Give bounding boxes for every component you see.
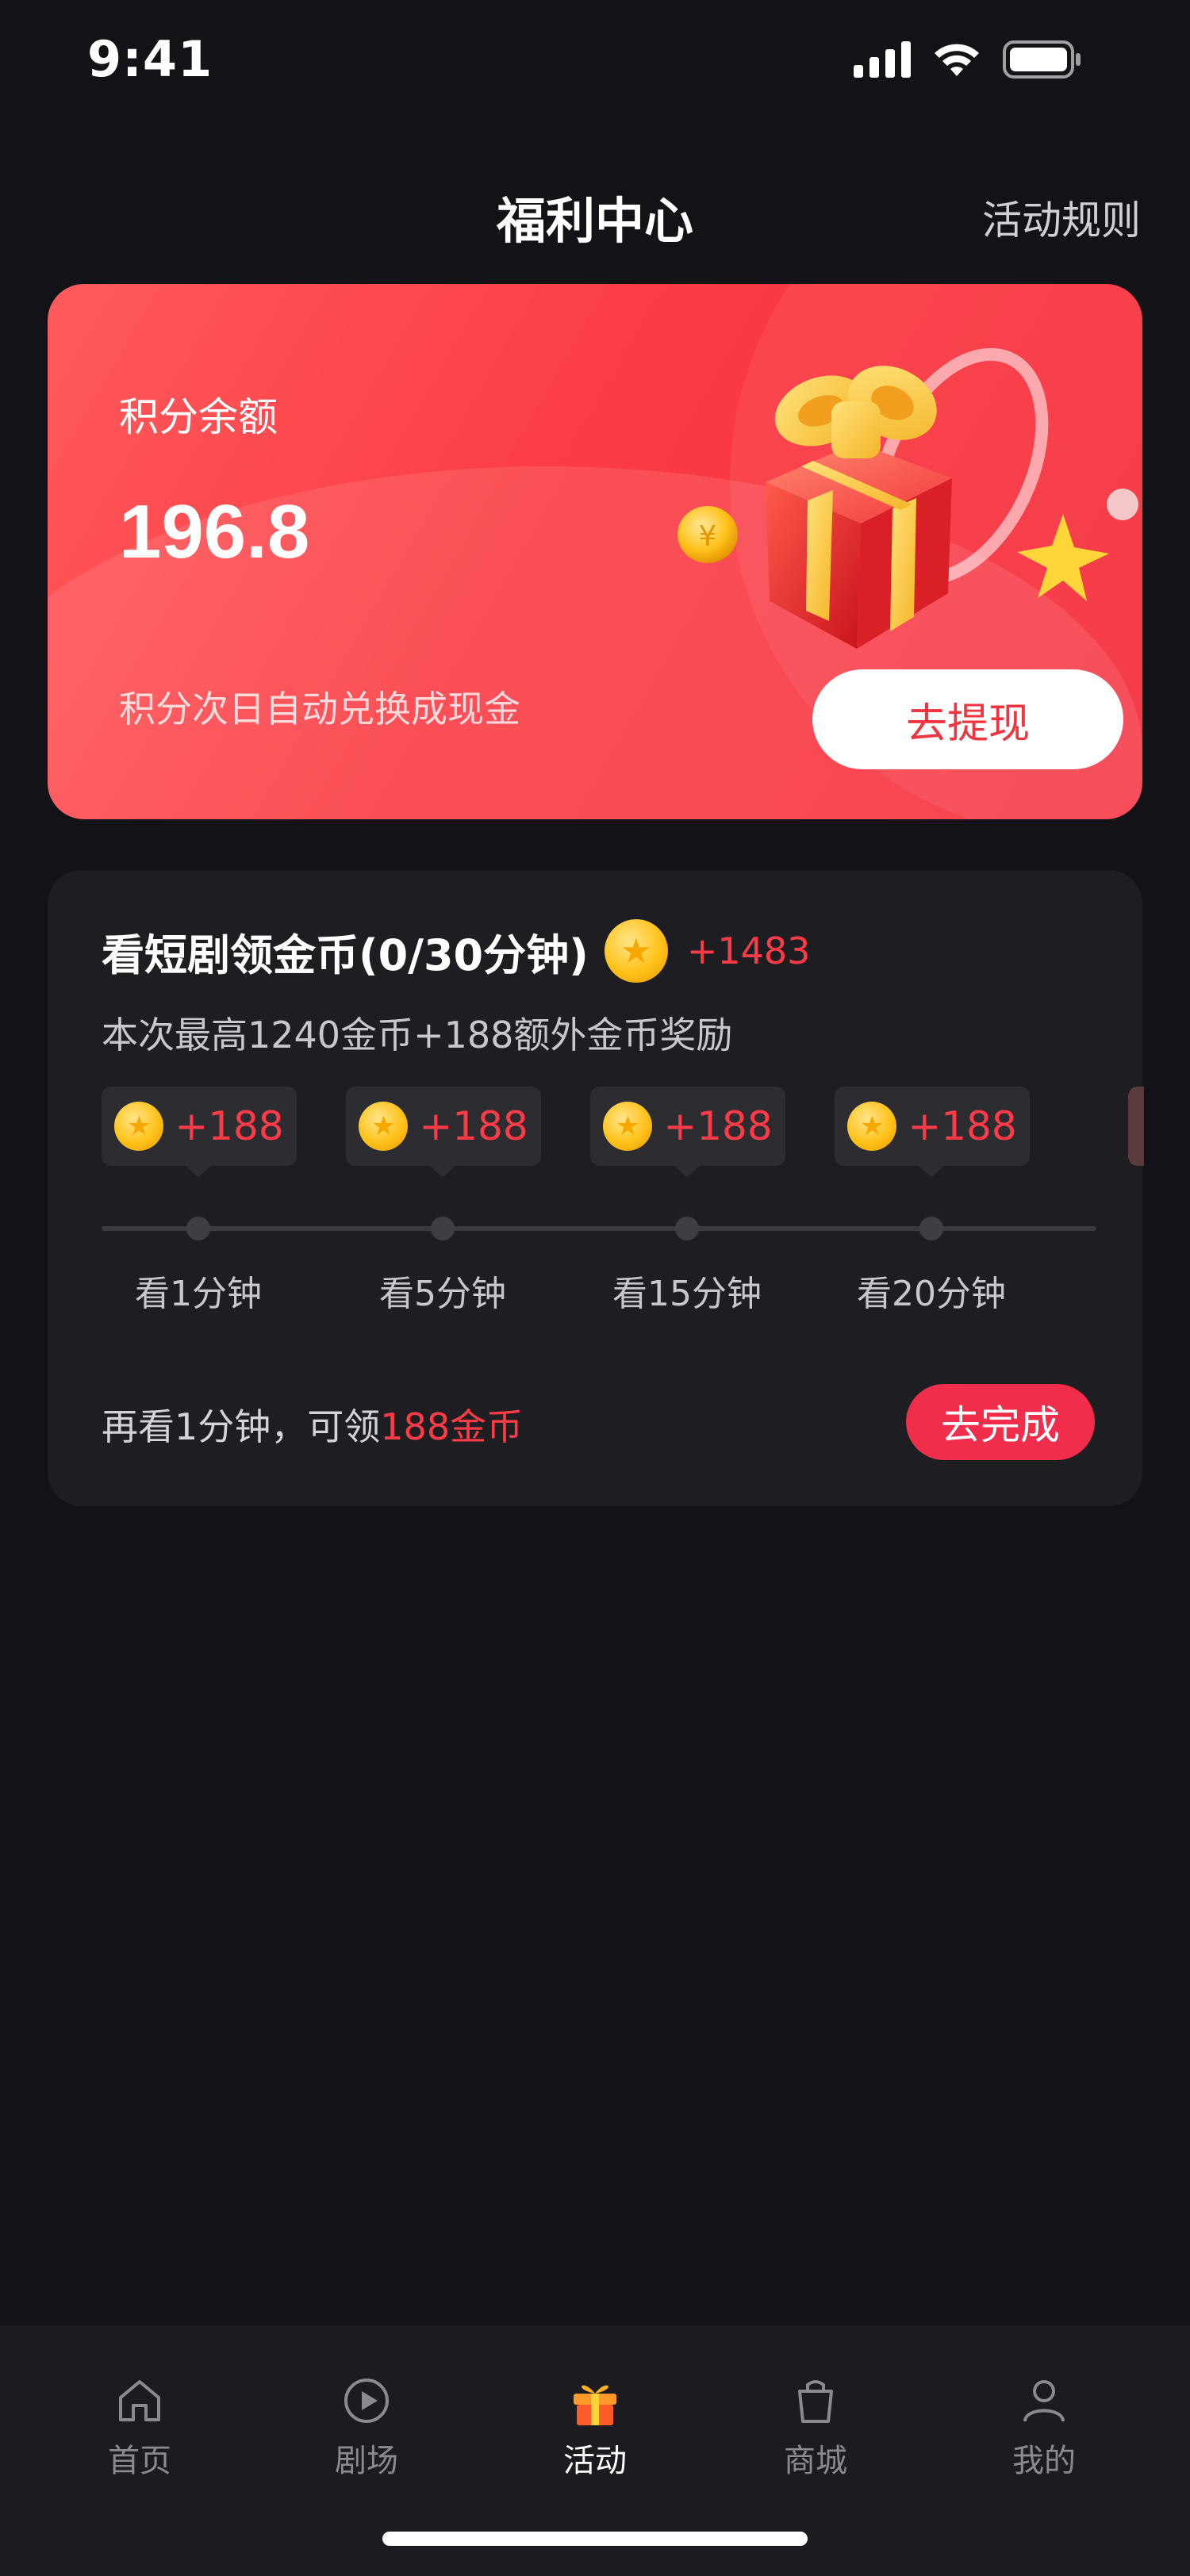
watch-drama-task-card: 看短剧领金币(0/30分钟) +1483 本次最高1240金币+188额外金币奖… <box>48 870 1144 1506</box>
points-note: 积分次日自动兑换成现金 <box>119 688 520 730</box>
task-subtitle: 本次最高1240金币+188额外金币奖励 <box>102 1014 733 1056</box>
tab-mall[interactable]: 商城 <box>736 2373 895 2481</box>
reward-track: +188 +188 +188 +188 <box>102 1087 1144 1166</box>
activity-rules-link[interactable]: 活动规则 <box>982 189 1141 246</box>
progress-milestone-dot <box>186 1217 210 1240</box>
milestone-label: 看20分钟 <box>857 1274 1006 1314</box>
play-icon <box>339 2373 394 2428</box>
reward-pill-next <box>1128 1087 1144 1166</box>
gold-coin-icon <box>604 919 668 983</box>
user-icon <box>1016 2373 1072 2428</box>
tab-label: 活动 <box>563 2443 627 2479</box>
shopping-bag-icon <box>788 2373 843 2428</box>
home-indicator <box>382 2532 808 2546</box>
gold-coin-icon <box>114 1102 164 1151</box>
reward-pointer <box>674 1166 700 1177</box>
reward-amount: +188 <box>419 1103 528 1149</box>
reward-amount: +188 <box>663 1103 773 1149</box>
gift-box-icon: ¥ <box>678 347 1138 649</box>
reward-pointer <box>919 1166 944 1177</box>
reward-pill: +188 <box>590 1087 785 1166</box>
task-hint-highlight: 188金币 <box>380 1405 524 1448</box>
tab-label: 我的 <box>1012 2443 1076 2479</box>
battery-icon <box>1003 40 1081 79</box>
reward-amount: +188 <box>175 1103 284 1149</box>
go-complete-button[interactable]: 去完成 <box>906 1384 1095 1460</box>
gold-coin-icon <box>847 1102 897 1151</box>
task-hint-prefix: 再看1分钟，可领 <box>102 1405 381 1448</box>
points-balance-card: 积分余额 196.8 积分次日自动兑换成现金 去提现 ¥ <box>48 284 1142 819</box>
tab-profile[interactable]: 我的 <box>965 2373 1123 2481</box>
cellular-signal-icon <box>854 41 911 78</box>
milestone-label: 看5分钟 <box>379 1274 506 1314</box>
reward-pill: +188 <box>102 1087 297 1166</box>
task-total-reward: +1483 <box>686 930 811 972</box>
progress-milestone-dot <box>431 1217 455 1240</box>
milestone-label: 看1分钟 <box>135 1274 262 1314</box>
reward-pill: +188 <box>346 1087 541 1166</box>
reward-pointer <box>186 1166 211 1177</box>
svg-text:¥: ¥ <box>699 520 717 553</box>
reward-amount: +188 <box>908 1103 1017 1149</box>
task-hint: 再看1分钟，可领188金币 <box>102 1398 523 1451</box>
reward-pointer <box>430 1166 455 1177</box>
tab-label: 首页 <box>108 2443 171 2479</box>
gift-icon <box>567 2373 623 2428</box>
task-title: 看短剧领金币(0/30分钟) <box>102 930 589 980</box>
tab-activity[interactable]: 活动 <box>516 2373 674 2481</box>
tab-theater[interactable]: 剧场 <box>287 2373 446 2481</box>
status-bar: 9:41 <box>0 0 1190 119</box>
task-title-row: 看短剧领金币(0/30分钟) +1483 <box>102 919 810 983</box>
progress-milestone-dot <box>919 1217 943 1240</box>
points-value: 196.8 <box>119 489 310 574</box>
tab-home[interactable]: 首页 <box>60 2373 219 2481</box>
status-time: 9:41 <box>87 30 213 88</box>
home-icon <box>112 2373 167 2428</box>
gold-coin-icon <box>603 1102 653 1151</box>
wifi-icon <box>935 44 979 76</box>
tab-label: 商城 <box>784 2443 847 2479</box>
gold-coin-icon <box>359 1102 409 1151</box>
progress-milestone-dot <box>675 1217 699 1240</box>
reward-pill: +188 <box>835 1087 1030 1166</box>
withdraw-button[interactable]: 去提现 <box>812 669 1123 769</box>
watch-progress-bar <box>102 1226 1096 1231</box>
status-icons <box>854 40 1082 79</box>
points-label: 积分余额 <box>119 394 278 440</box>
milestone-label: 看15分钟 <box>612 1274 762 1314</box>
tab-label: 剧场 <box>335 2443 398 2479</box>
